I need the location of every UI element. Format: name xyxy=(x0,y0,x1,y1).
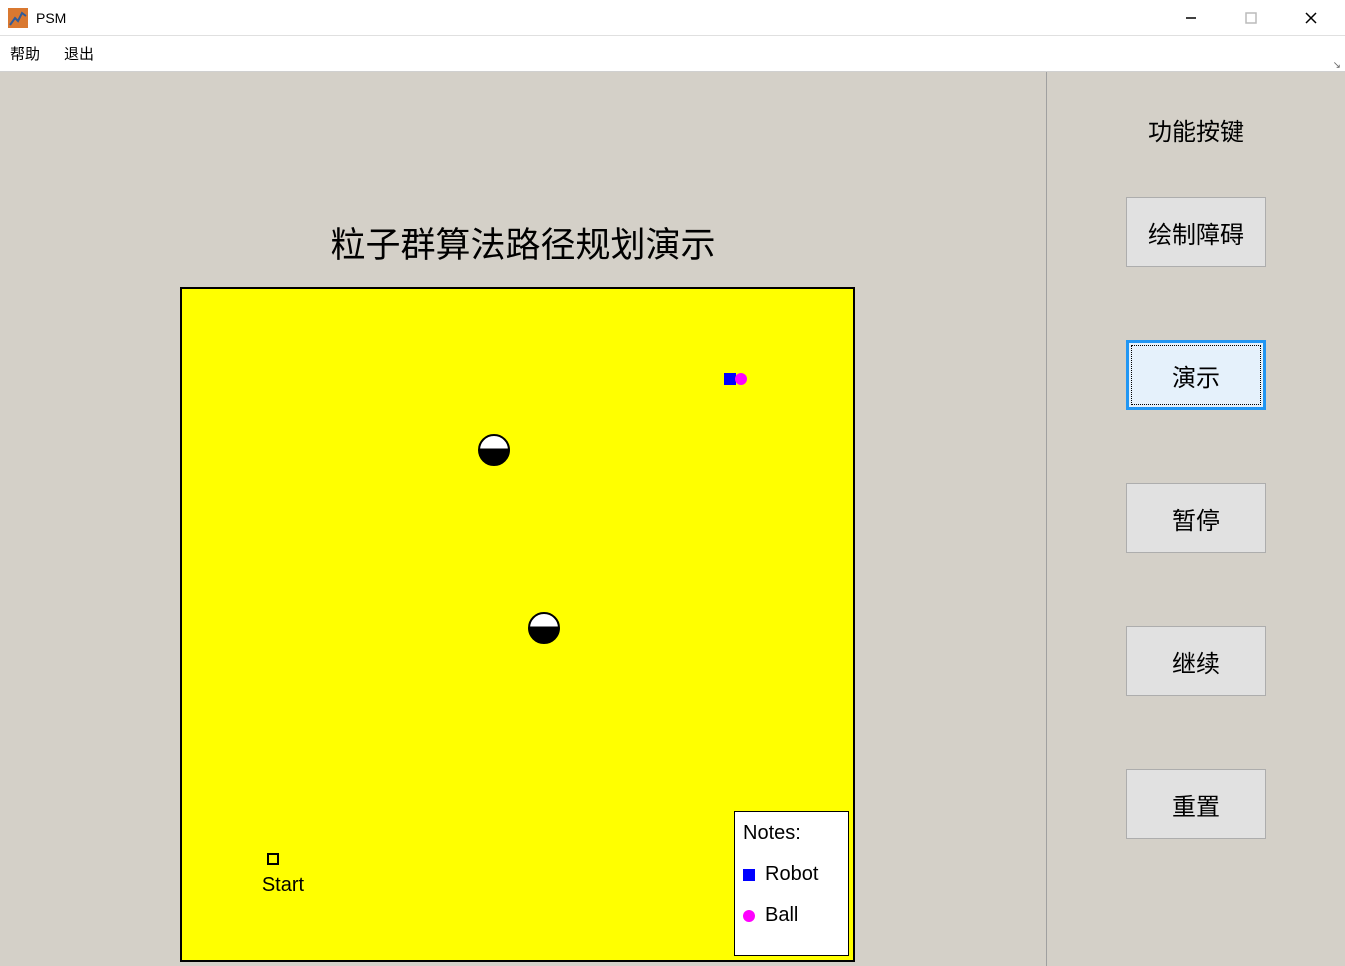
ball-icon xyxy=(743,910,755,922)
main-panel: 粒子群算法路径规划演示 Start Notes: Robot Ball xyxy=(0,72,1047,966)
legend[interactable]: Notes: Robot Ball xyxy=(734,811,849,956)
draw-obstacle-button[interactable]: 绘制障碍 xyxy=(1126,197,1266,267)
side-panel-title: 功能按键 xyxy=(1148,112,1244,147)
legend-ball-label: Ball xyxy=(765,904,798,927)
menu-exit[interactable]: 退出 xyxy=(64,43,94,64)
ball-marker xyxy=(735,373,747,385)
robot-marker xyxy=(724,373,736,385)
window-controls xyxy=(1161,0,1341,36)
plot-title: 粒子群算法路径规划演示 xyxy=(330,217,715,268)
plot-area[interactable]: Start Notes: Robot Ball xyxy=(180,287,855,962)
robot-icon xyxy=(743,869,755,881)
pause-button[interactable]: 暂停 xyxy=(1126,483,1266,553)
menu-help[interactable]: 帮助 xyxy=(10,43,40,64)
title-bar: PSM xyxy=(0,0,1345,36)
reset-button[interactable]: 重置 xyxy=(1126,769,1266,839)
resume-button[interactable]: 继续 xyxy=(1126,626,1266,696)
obstacle xyxy=(528,612,560,644)
obstacle xyxy=(478,434,510,466)
legend-row-robot: Robot xyxy=(743,863,840,886)
content-area: 粒子群算法路径规划演示 Start Notes: Robot Ball 功能 xyxy=(0,72,1345,966)
menu-bar: 帮助 退出 ↘ xyxy=(0,36,1345,72)
close-button[interactable] xyxy=(1281,0,1341,36)
app-icon xyxy=(8,8,28,28)
legend-row-ball: Ball xyxy=(743,904,840,927)
start-label: Start xyxy=(262,874,304,897)
menu-overflow-icon[interactable]: ↘ xyxy=(1333,60,1341,71)
legend-title: Notes: xyxy=(743,822,840,845)
minimize-button[interactable] xyxy=(1161,0,1221,36)
demo-button[interactable]: 演示 xyxy=(1126,340,1266,410)
maximize-button[interactable] xyxy=(1221,0,1281,36)
side-panel: 功能按键 绘制障碍 演示 暂停 继续 重置 xyxy=(1047,72,1345,966)
start-marker xyxy=(267,853,279,865)
legend-robot-label: Robot xyxy=(765,863,818,886)
window-title: PSM xyxy=(36,10,1161,26)
